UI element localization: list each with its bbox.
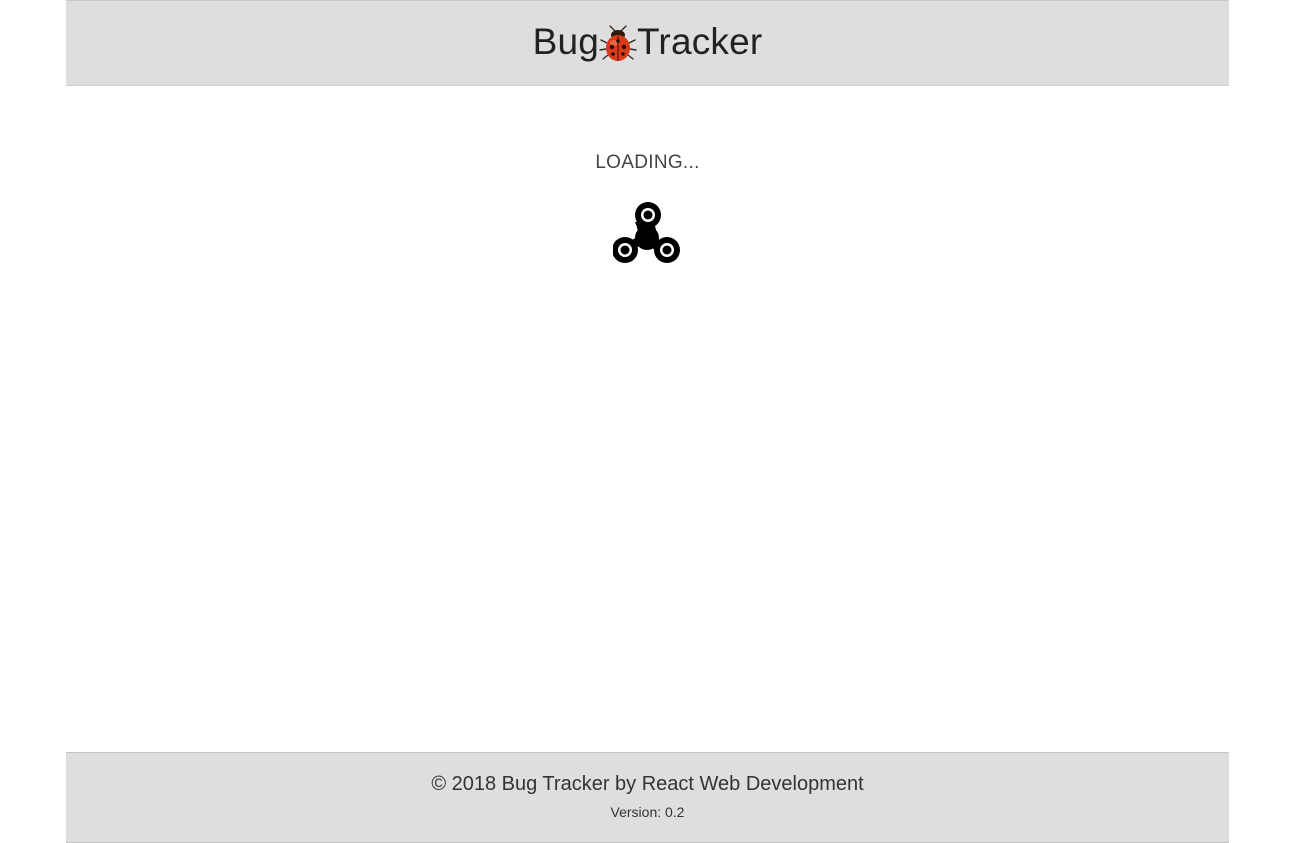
brand-text-tracker: Tracker	[637, 21, 763, 62]
loading-label: LOADING...	[595, 152, 700, 173]
app-page: Bug Tracker LOADING... © 2018 Bug Tracke…	[0, 0, 1295, 843]
app-header: Bug Tracker	[66, 0, 1229, 86]
fidget-spinner-icon	[612, 202, 681, 266]
app-title[interactable]: Bug Tracker	[533, 21, 763, 63]
copyright-text: © 2018 Bug Tracker by React Web Developm…	[431, 773, 864, 795]
ladybug-icon	[599, 25, 637, 63]
app-footer: © 2018 Bug Tracker by React Web Developm…	[66, 752, 1229, 843]
brand-text-bug: Bug	[532, 21, 599, 62]
main-content: LOADING...	[66, 86, 1229, 752]
version-label: Version: 0.2	[610, 804, 685, 820]
